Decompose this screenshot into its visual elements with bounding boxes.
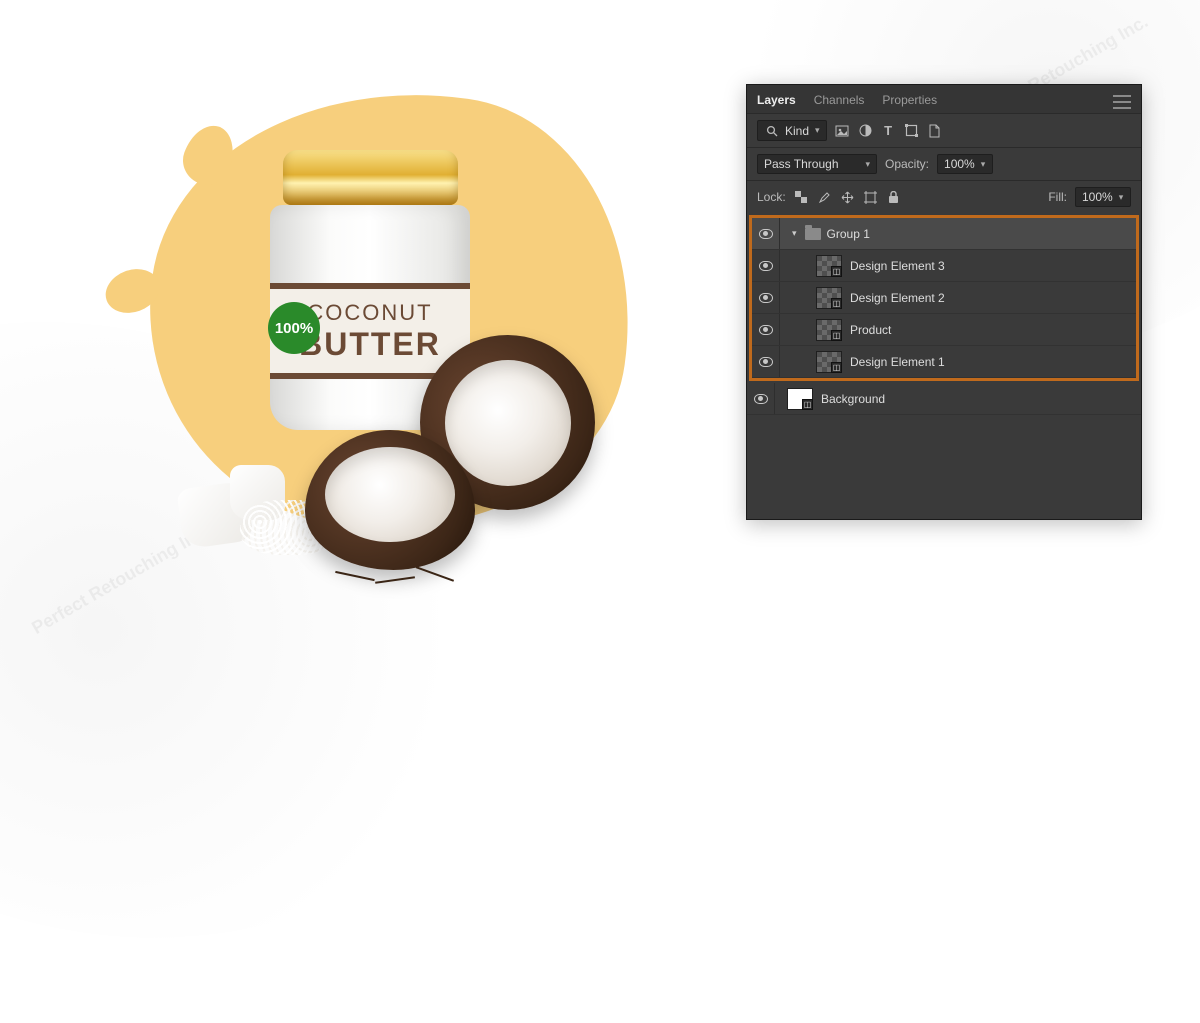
lock-brush-icon[interactable] bbox=[817, 190, 832, 205]
layer-thumbnail: ◫ bbox=[816, 351, 842, 373]
product-illustration: COCONUT BUTTER 100% bbox=[90, 60, 650, 570]
layer-name: Group 1 bbox=[827, 227, 870, 241]
jar-lid bbox=[283, 150, 458, 205]
opacity-value: 100% bbox=[944, 157, 975, 171]
blend-mode-select[interactable]: Pass Through ▾ bbox=[757, 154, 877, 174]
visibility-toggle[interactable] bbox=[752, 346, 780, 377]
tab-channels[interactable]: Channels bbox=[814, 93, 865, 111]
eye-icon bbox=[759, 357, 773, 367]
opacity-label: Opacity: bbox=[885, 157, 929, 171]
filter-kind-select[interactable]: Kind ▾ bbox=[757, 120, 827, 141]
tab-layers[interactable]: Layers bbox=[757, 93, 796, 111]
lock-artboard-icon[interactable] bbox=[863, 190, 878, 205]
eye-icon bbox=[759, 261, 773, 271]
eye-icon bbox=[759, 325, 773, 335]
opacity-select[interactable]: 100% ▾ bbox=[937, 154, 993, 174]
group-highlight: ▾ Group 1 ◫ Design Element 3 ◫ Design El… bbox=[749, 215, 1139, 381]
label-line1: COCONUT bbox=[307, 300, 432, 326]
lock-row: Lock: Fill: 100% ▾ bbox=[747, 180, 1141, 213]
visibility-toggle[interactable] bbox=[752, 314, 780, 345]
panel-tabs: Layers Channels Properties bbox=[747, 85, 1141, 113]
filter-shape-icon[interactable] bbox=[904, 123, 919, 138]
eye-icon bbox=[754, 394, 768, 404]
lock-label: Lock: bbox=[757, 190, 786, 204]
smart-object-icon: ◫ bbox=[831, 298, 842, 309]
layer-row[interactable]: ◫ Design Element 1 bbox=[752, 346, 1136, 378]
layer-filter-toolbar: Kind ▾ T bbox=[747, 113, 1141, 147]
layer-thumbnail: ◫ bbox=[816, 287, 842, 309]
layer-name: Design Element 3 bbox=[850, 259, 945, 273]
blend-mode-value: Pass Through bbox=[764, 157, 839, 171]
chevron-down-icon: ▾ bbox=[1119, 192, 1124, 203]
layer-row[interactable]: ◫ Design Element 3 bbox=[752, 250, 1136, 282]
chevron-down-icon: ▾ bbox=[865, 159, 870, 170]
layers-panel: Layers Channels Properties Kind ▾ T Pass… bbox=[746, 84, 1142, 520]
layer-row-background[interactable]: ◫ Background bbox=[747, 383, 1141, 415]
layer-name: Design Element 2 bbox=[850, 291, 945, 305]
tab-properties[interactable]: Properties bbox=[882, 93, 937, 111]
layer-row[interactable]: ◫ Product bbox=[752, 314, 1136, 346]
coconut-half bbox=[305, 430, 475, 570]
chevron-down-icon[interactable]: ▾ bbox=[792, 228, 797, 239]
smart-object-icon: ◫ bbox=[831, 330, 842, 341]
blend-mode-row: Pass Through ▾ Opacity: 100% ▾ bbox=[747, 147, 1141, 180]
panel-menu-icon[interactable] bbox=[1113, 95, 1131, 109]
layer-name: Product bbox=[850, 323, 891, 337]
filter-kind-label: Kind bbox=[785, 124, 809, 138]
chevron-down-icon: ▾ bbox=[981, 159, 986, 170]
fill-label: Fill: bbox=[1048, 190, 1067, 204]
badge-100: 100% bbox=[268, 302, 320, 354]
layer-row[interactable]: ◫ Design Element 2 bbox=[752, 282, 1136, 314]
layer-thumbnail: ◫ bbox=[787, 388, 813, 410]
eye-icon bbox=[759, 293, 773, 303]
fill-select[interactable]: 100% ▾ bbox=[1075, 187, 1131, 207]
visibility-toggle[interactable] bbox=[752, 282, 780, 313]
fill-value: 100% bbox=[1082, 190, 1113, 204]
folder-icon bbox=[805, 228, 821, 240]
smart-object-icon: ◫ bbox=[802, 399, 813, 410]
smart-object-icon: ◫ bbox=[831, 266, 842, 277]
visibility-toggle[interactable] bbox=[752, 218, 780, 249]
layer-row-group[interactable]: ▾ Group 1 bbox=[752, 218, 1136, 250]
layer-thumbnail: ◫ bbox=[816, 255, 842, 277]
chevron-down-icon: ▾ bbox=[815, 125, 820, 136]
filter-type-icon[interactable]: T bbox=[881, 123, 896, 138]
layer-name: Design Element 1 bbox=[850, 355, 945, 369]
filter-smart-icon[interactable] bbox=[927, 123, 942, 138]
layer-name: Background bbox=[821, 392, 885, 406]
lock-transparency-icon[interactable] bbox=[794, 190, 809, 205]
visibility-toggle[interactable] bbox=[747, 383, 775, 414]
layer-stack: ▾ Group 1 ◫ Design Element 3 ◫ Design El… bbox=[747, 213, 1141, 519]
lock-all-icon[interactable] bbox=[886, 190, 901, 205]
eye-icon bbox=[759, 229, 773, 239]
filter-adjust-icon[interactable] bbox=[858, 123, 873, 138]
filter-pixel-icon[interactable] bbox=[835, 123, 850, 138]
visibility-toggle[interactable] bbox=[752, 250, 780, 281]
smart-object-icon: ◫ bbox=[831, 362, 842, 373]
layer-thumbnail: ◫ bbox=[816, 319, 842, 341]
lock-move-icon[interactable] bbox=[840, 190, 855, 205]
search-icon bbox=[764, 123, 779, 138]
